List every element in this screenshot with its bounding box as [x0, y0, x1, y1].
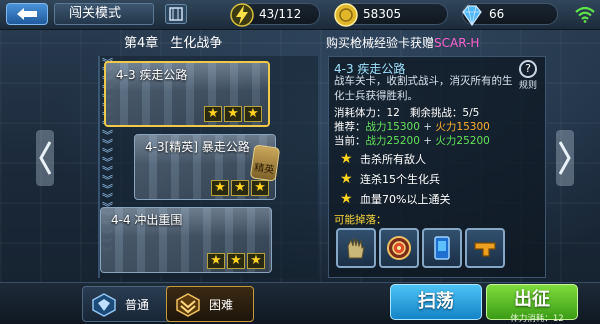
star-icon: ★: [204, 106, 222, 122]
chapter-name: 生化战争: [170, 36, 223, 51]
drop-item[interactable]: [422, 228, 462, 268]
remaining-value: 5/5: [462, 107, 480, 119]
prev-chapter-button[interactable]: [36, 130, 54, 186]
gem-value: 66: [489, 7, 505, 21]
glove-icon: [347, 237, 365, 259]
rules-button[interactable]: ? 规则: [516, 60, 540, 91]
chapter-number: 第4章: [124, 36, 159, 51]
next-chapter-button[interactable]: [556, 130, 574, 186]
drop-item[interactable]: [379, 228, 419, 268]
level-label: 4-4 冲出重围: [111, 213, 183, 227]
promo-banner[interactable]: 购买枪械经验卡获赠SCAR-H: [326, 34, 506, 52]
elite-badge: 精英: [249, 144, 281, 182]
star-icon: ★: [340, 191, 353, 207]
plus-sign: +: [423, 121, 433, 133]
objective-text: 连杀15个生化兵: [360, 173, 440, 186]
weapon-part-icon: [474, 242, 496, 257]
stamina-cost-note: 体力消耗：12: [510, 314, 564, 324]
star-icon: ★: [247, 253, 265, 269]
tab-hard[interactable]: 困难: [166, 286, 254, 322]
objective-item: ★ 击杀所有敌人: [340, 150, 530, 168]
rules-label: 规则: [518, 81, 537, 91]
level-card-selected[interactable]: 4-3 疾走公路 ★ ★ ★: [104, 61, 270, 127]
tab-normal-label: 普通: [125, 298, 150, 312]
map-button[interactable]: [165, 4, 187, 24]
level-label: 4-3[精英] 暴走公路: [145, 140, 250, 154]
top-bar: 闯关模式 43/112 58305 66: [0, 0, 600, 30]
back-button[interactable]: [6, 3, 48, 25]
objective-text: 击杀所有敌人: [360, 153, 426, 166]
gold-value: 58305: [363, 7, 402, 21]
diamond-icon: [462, 5, 482, 27]
back-arrow-icon: [17, 8, 37, 20]
chevron-right-icon: [559, 141, 571, 175]
hard-mode-icon: [176, 293, 200, 317]
wifi-icon: [575, 6, 595, 23]
star-icon: ★: [340, 151, 353, 167]
objective-item: ★ 血量70%以上通关: [340, 190, 530, 208]
star-icon: ★: [231, 180, 249, 196]
card-icon: [434, 236, 450, 260]
gem-counter[interactable]: 66: [462, 3, 558, 27]
cur-power: 战力25200: [365, 135, 420, 147]
drop-item[interactable]: [465, 228, 505, 268]
star-icon: ★: [244, 106, 262, 122]
drops-label: 可能掉落：: [334, 214, 387, 226]
level-stars: ★ ★ ★: [204, 106, 262, 122]
star-icon: ★: [207, 253, 225, 269]
star-icon: ★: [224, 106, 242, 122]
cost-value: 12: [386, 107, 400, 119]
stamina-value: 43/112: [259, 7, 302, 21]
star-icon: ★: [340, 171, 353, 187]
level-label: 4-3 疾走公路: [116, 68, 188, 82]
drop-item[interactable]: [336, 228, 376, 268]
recommended-row: 推荐：战力15300 + 火力15300: [334, 120, 490, 134]
gold-counter[interactable]: 58305: [334, 3, 448, 27]
objective-text: 血量70%以上通关: [360, 193, 451, 206]
rec-label: 推荐：: [334, 121, 366, 133]
mode-title: 闯关模式: [54, 3, 154, 25]
lightning-icon: [230, 3, 254, 27]
cost-label: 消耗体力：: [334, 107, 387, 119]
rec-fire: 火力15300: [435, 121, 490, 133]
level-stars: ★ ★ ★: [207, 253, 265, 269]
chevron-left-icon: [39, 141, 51, 175]
star-icon: ★: [211, 180, 229, 196]
promo-text: 购买枪械经验卡获赠: [326, 36, 435, 50]
target-badge-icon: [387, 236, 411, 260]
level-description: 战车关卡，收割式战斗，消灭所有的生化士兵获得胜利。: [334, 75, 513, 102]
promo-highlight: SCAR-H: [434, 36, 480, 50]
objective-item: ★ 连杀15个生化兵: [340, 170, 530, 188]
stamina-cost-row: 消耗体力：12 剩余挑战：5/5: [334, 106, 479, 120]
coin-icon: [334, 3, 358, 27]
normal-mode-icon: [92, 293, 116, 317]
level-card[interactable]: 4-4 冲出重围 ★ ★ ★: [100, 207, 272, 273]
cur-fire: 火力25200: [435, 135, 490, 147]
rec-power: 战力15300: [365, 121, 420, 133]
cur-label: 当前：: [334, 135, 366, 147]
current-row: 当前：战力25200 + 火力25200: [334, 134, 490, 148]
tab-normal[interactable]: 普通: [82, 286, 172, 322]
remaining-label: 剩余挑战：: [409, 107, 463, 119]
sweep-button[interactable]: 扫荡: [390, 284, 482, 320]
plus-sign: +: [423, 135, 433, 147]
tab-hard-label: 困难: [209, 298, 234, 312]
help-icon: ?: [519, 60, 537, 78]
chapter-header: 第4章 生化战争: [124, 33, 329, 55]
star-icon: ★: [227, 253, 245, 269]
stamina-counter[interactable]: 43/112: [230, 3, 320, 27]
map-icon: [169, 7, 183, 21]
level-stars: ★ ★ ★: [211, 180, 269, 196]
star-icon: ★: [251, 180, 269, 196]
